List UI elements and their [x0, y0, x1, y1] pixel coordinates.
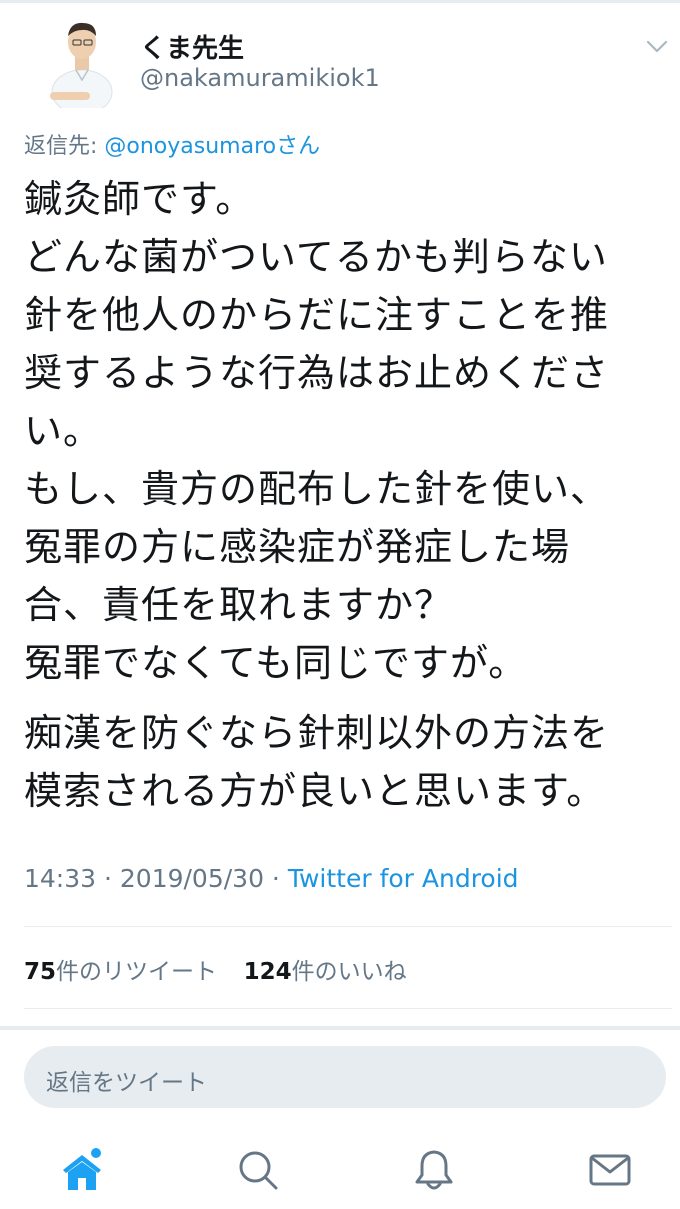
likes-stat[interactable]: 124件のいいね	[244, 959, 407, 985]
notifications-icon[interactable]	[412, 1148, 456, 1192]
reply-to-suffix: さん	[276, 134, 321, 159]
tweet-line: 痴漢を防ぐなら針刺以外の方法を	[24, 711, 610, 755]
likes-count: 124	[243, 959, 292, 985]
chevron-down-icon[interactable]	[644, 36, 670, 56]
tweet-line: 冤罪でなくても同じですが。	[24, 641, 528, 685]
search-icon[interactable]	[236, 1148, 280, 1192]
divider	[24, 926, 672, 927]
tweet-time: 14:33	[24, 864, 97, 893]
tweet-line: 奨するような行為はお止めくださ	[24, 351, 610, 395]
home-icon[interactable]	[58, 1148, 102, 1192]
tweet-line: もし、貴方の配布した針を使い、	[24, 467, 610, 511]
tweet-date: 2019/05/30	[119, 864, 264, 893]
retweets-label: 件のリツイート	[56, 959, 218, 985]
retweets-stat[interactable]: 75件のリツイート	[24, 959, 217, 985]
section-separator	[0, 1026, 680, 1030]
tweet-line: い。	[24, 409, 103, 453]
tweet-paragraph-1: 鍼灸師です。 どんな菌がついてるかも判らない 針を他人のからだに注すことを推 奨…	[24, 170, 664, 692]
reply-to-mention[interactable]: @onoyasumaro	[104, 134, 276, 159]
avatar[interactable]	[46, 14, 122, 108]
avatar-image	[46, 14, 122, 108]
bottom-tab-bar	[0, 1126, 680, 1209]
reply-input[interactable]: 返信をツイート	[24, 1046, 666, 1108]
tweet-line: 冤罪の方に感染症が発症した場	[24, 525, 571, 569]
tweet-meta: 14:33 · 2019/05/30 · Twitter for Android	[24, 864, 519, 893]
top-divider	[0, 0, 680, 3]
tweet-line: 鍼灸師です。	[24, 177, 255, 221]
meta-separator: ·	[96, 864, 120, 893]
divider	[24, 1008, 672, 1009]
author-display-name[interactable]: くま先生	[140, 28, 244, 65]
reply-to-prefix: 返信先:	[24, 134, 105, 159]
retweets-count: 75	[24, 959, 57, 985]
reply-input-placeholder: 返信をツイート	[46, 1070, 207, 1096]
likes-label: 件のいいね	[291, 959, 407, 985]
tweet-line: 合、責任を取れますか？	[24, 583, 454, 627]
tweet-paragraph-2: 痴漢を防ぐなら針刺以外の方法を 模索される方が良いと思います。	[24, 704, 664, 820]
tweet-line: どんな菌がついてるかも判らない	[24, 235, 608, 279]
author-handle[interactable]: @nakamuramikiok1	[140, 64, 380, 92]
messages-icon[interactable]	[588, 1148, 632, 1192]
tweet-line: 針を他人のからだに注すことを推	[24, 293, 610, 337]
tweet-source-link[interactable]: Twitter for Android	[288, 864, 519, 893]
meta-separator: ·	[263, 864, 288, 893]
reply-to-line: 返信先: @onoyasumaroさん	[24, 128, 320, 160]
tweet-body: 鍼灸師です。 どんな菌がついてるかも判らない 針を他人のからだに注すことを推 奨…	[24, 170, 664, 820]
tweet-line: 模索される方が良いと思います。	[24, 769, 606, 813]
tweet-stats: 75件のリツイート 124件のいいね	[24, 952, 407, 986]
